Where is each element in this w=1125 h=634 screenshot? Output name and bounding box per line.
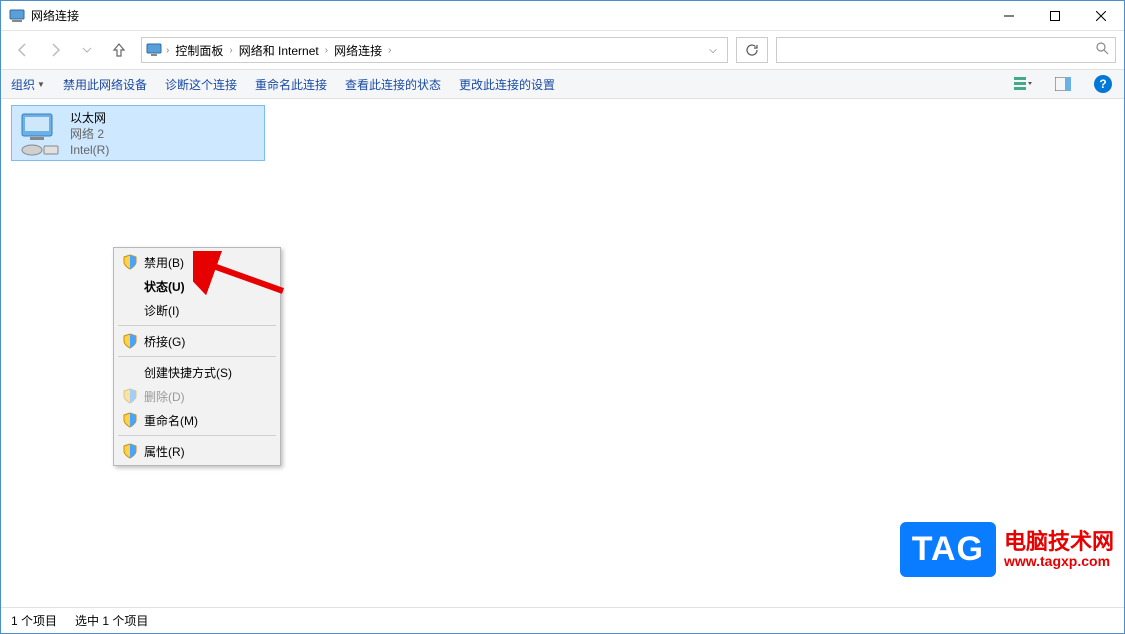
watermark-line2: www.tagxp.com bbox=[1004, 554, 1114, 569]
ctx-properties[interactable]: 属性(R) bbox=[116, 439, 278, 463]
breadcrumb-network-connections[interactable]: 网络连接 bbox=[328, 42, 388, 59]
separator bbox=[118, 356, 276, 357]
adapter-label: 以太网 网络 2 Intel(R) bbox=[70, 110, 109, 156]
organize-menu[interactable]: 组织▼ bbox=[11, 76, 45, 93]
help-button[interactable]: ? bbox=[1092, 73, 1114, 95]
breadcrumb-dropdown-icon[interactable]: ⌵ bbox=[703, 45, 723, 56]
maximize-button[interactable] bbox=[1032, 1, 1078, 31]
network-app-icon bbox=[9, 8, 25, 24]
watermark: TAG 电脑技术网 www.tagxp.com bbox=[900, 522, 1114, 577]
separator bbox=[118, 435, 276, 436]
watermark-tag: TAG bbox=[900, 522, 996, 577]
window-title: 网络连接 bbox=[31, 7, 79, 24]
ctx-diagnose[interactable]: 诊断(I) bbox=[116, 298, 278, 322]
ctx-bridge[interactable]: 桥接(G) bbox=[116, 329, 278, 353]
command-bar: 组织▼ 禁用此网络设备 诊断这个连接 重命名此连接 查看此连接的状态 更改此连接… bbox=[1, 69, 1124, 99]
adapter-ethernet[interactable]: 以太网 网络 2 Intel(R) bbox=[11, 105, 265, 161]
ctx-create-shortcut[interactable]: 创建快捷方式(S) bbox=[116, 360, 278, 384]
nav-up-button[interactable] bbox=[105, 36, 133, 64]
refresh-button[interactable] bbox=[736, 37, 768, 63]
nav-forward-button[interactable] bbox=[41, 36, 69, 64]
adapter-name: 以太网 bbox=[70, 110, 109, 126]
ctx-rename[interactable]: 重命名(M) bbox=[116, 408, 278, 432]
shield-icon bbox=[122, 333, 138, 349]
preview-pane-button[interactable] bbox=[1052, 73, 1074, 95]
search-input[interactable] bbox=[776, 37, 1116, 63]
content-area: 以太网 网络 2 Intel(R) 禁用(B) 状态(U) 诊断(I) 桥接(G… bbox=[1, 99, 1124, 607]
close-button[interactable] bbox=[1078, 1, 1124, 31]
status-item-count: 1 个项目 bbox=[11, 612, 57, 629]
breadcrumb-network-internet[interactable]: 网络和 Internet bbox=[233, 42, 325, 59]
control-panel-icon bbox=[146, 42, 162, 58]
separator bbox=[118, 325, 276, 326]
adapter-network: 网络 2 bbox=[70, 126, 109, 142]
ethernet-adapter-icon bbox=[16, 110, 64, 158]
ctx-status[interactable]: 状态(U) bbox=[116, 274, 278, 298]
nav-recent-dropdown[interactable] bbox=[73, 36, 101, 64]
cmd-rename[interactable]: 重命名此连接 bbox=[255, 76, 327, 93]
minimize-button[interactable] bbox=[986, 1, 1032, 31]
view-options-button[interactable] bbox=[1012, 73, 1034, 95]
cmd-change-settings[interactable]: 更改此连接的设置 bbox=[459, 76, 555, 93]
shield-icon bbox=[122, 388, 138, 404]
shield-icon bbox=[122, 254, 138, 270]
cmd-view-status[interactable]: 查看此连接的状态 bbox=[345, 76, 441, 93]
cmd-diagnose[interactable]: 诊断这个连接 bbox=[165, 76, 237, 93]
shield-icon bbox=[122, 412, 138, 428]
titlebar: 网络连接 bbox=[1, 1, 1124, 31]
cmd-disable-device[interactable]: 禁用此网络设备 bbox=[63, 76, 147, 93]
ctx-disable[interactable]: 禁用(B) bbox=[116, 250, 278, 274]
breadcrumb-control-panel[interactable]: 控制面板 bbox=[169, 42, 229, 59]
watermark-line1: 电脑技术网 bbox=[1004, 530, 1114, 554]
window-controls bbox=[986, 1, 1124, 30]
ctx-delete: 删除(D) bbox=[116, 384, 278, 408]
search-icon bbox=[1095, 41, 1109, 60]
nav-back-button[interactable] bbox=[9, 36, 37, 64]
status-bar: 1 个项目 选中 1 个项目 bbox=[1, 607, 1124, 633]
context-menu: 禁用(B) 状态(U) 诊断(I) 桥接(G) 创建快捷方式(S) 删除(D) … bbox=[113, 247, 281, 466]
help-icon: ? bbox=[1094, 75, 1112, 93]
breadcrumb-bar[interactable]: › 控制面板 › 网络和 Internet › 网络连接 › ⌵ bbox=[141, 37, 728, 63]
status-selected-count: 选中 1 个项目 bbox=[75, 612, 148, 629]
adapter-device: Intel(R) bbox=[70, 142, 109, 158]
shield-icon bbox=[122, 443, 138, 459]
navigation-row: › 控制面板 › 网络和 Internet › 网络连接 › ⌵ bbox=[1, 31, 1124, 69]
chevron-right-icon: › bbox=[388, 45, 391, 56]
